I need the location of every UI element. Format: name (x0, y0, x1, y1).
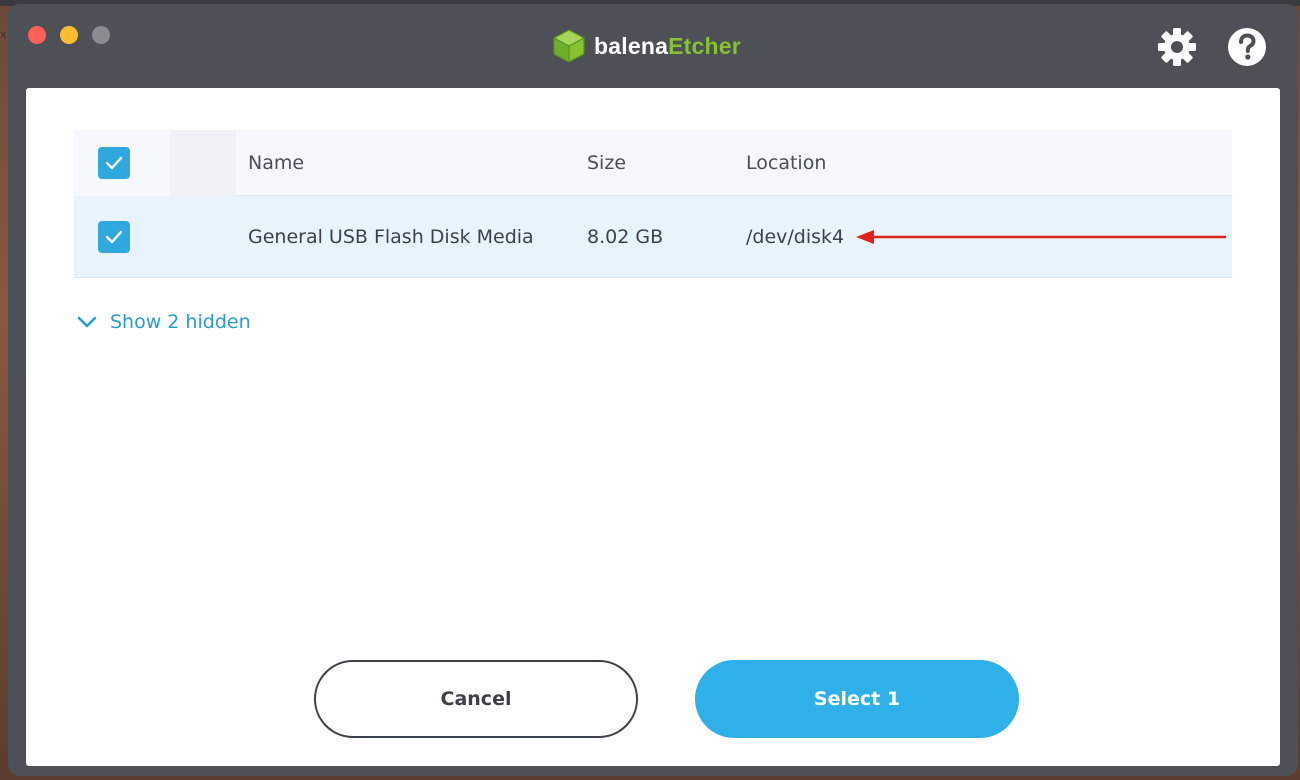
table-row[interactable]: General USB Flash Disk Media 8.02 GB /de… (74, 196, 1232, 278)
window-minimize-button[interactable] (60, 26, 78, 44)
annotation-arrow-icon (856, 230, 1226, 244)
select-all-checkbox[interactable] (98, 147, 130, 179)
drive-name: General USB Flash Disk Media (248, 226, 534, 248)
brand-suffix: Etcher (668, 32, 741, 59)
cube-logo-icon (552, 29, 586, 63)
drive-table: Name Size Location General USB Flash Dis… (74, 130, 1232, 278)
desktop-edge-glyph: x (0, 28, 7, 41)
column-header-name[interactable]: Name (248, 130, 304, 196)
column-header-size[interactable]: Size (587, 130, 626, 196)
table-header: Name Size Location (74, 130, 1232, 196)
drive-size: 8.02 GB (587, 226, 664, 248)
titlebar: balenaEtcher (8, 4, 1298, 88)
cancel-button[interactable]: Cancel (314, 660, 638, 738)
checkmark-icon (105, 156, 123, 170)
etcher-window: balenaEtcher Name Size Location General … (8, 4, 1298, 776)
checkmark-icon (105, 230, 123, 244)
window-zoom-button[interactable] (92, 26, 110, 44)
app-logo: balenaEtcher (552, 26, 741, 66)
drive-location: /dev/disk4 (746, 226, 845, 248)
brand-prefix: balena (594, 32, 669, 59)
window-close-button[interactable] (28, 26, 46, 44)
app-title: balenaEtcher (594, 33, 741, 60)
chevron-down-icon (77, 316, 97, 328)
select-button[interactable]: Select 1 (695, 660, 1019, 738)
help-icon[interactable] (1226, 26, 1268, 68)
column-header-location[interactable]: Location (746, 130, 826, 196)
show-hidden-label: Show 2 hidden (110, 311, 251, 333)
drive-selector-dialog: Name Size Location General USB Flash Dis… (26, 88, 1280, 766)
gear-icon[interactable] (1156, 26, 1198, 68)
show-hidden-toggle[interactable]: Show 2 hidden (76, 306, 251, 338)
header-check-cell-shade (170, 130, 236, 196)
row-checkbox[interactable] (98, 221, 130, 253)
